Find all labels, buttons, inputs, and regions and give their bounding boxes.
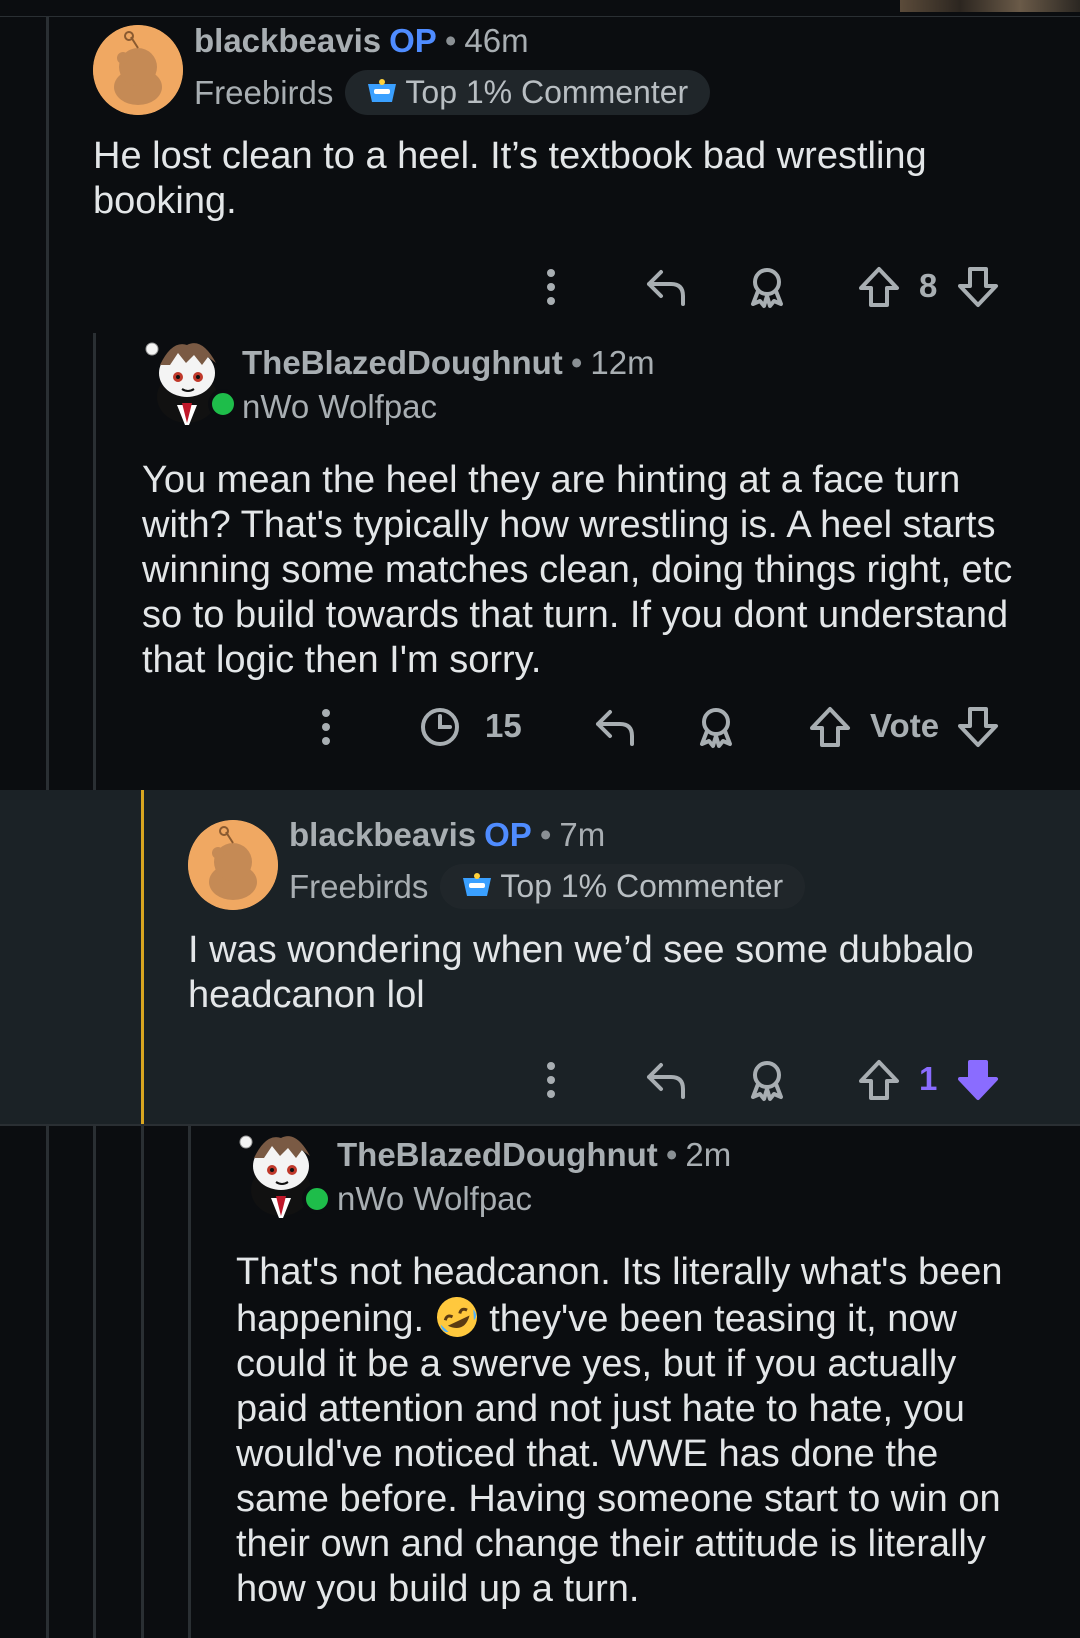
upvote-icon[interactable] [856, 264, 902, 310]
user-avatar[interactable] [142, 335, 238, 425]
separator-dot: • [665, 1136, 678, 1173]
comment-3: blackbeavis OP • 7m Freebirds Top 1% Commen… [0, 790, 1080, 1124]
comment-body: He lost clean to a heel. It’s textbook b… [93, 135, 927, 222]
more-options-icon[interactable] [528, 1057, 574, 1103]
comment-2: TheBlazedDoughnut • 12m nWo Wolfpac You me… [0, 330, 1080, 790]
award-icon[interactable] [744, 1057, 790, 1103]
user-flair: nWo Wolfpac [242, 388, 438, 425]
achievement-badge[interactable]: Top 1% Commenter [345, 70, 711, 115]
username[interactable]: TheBlazedDoughnut [337, 1136, 658, 1173]
separator-dot: • [444, 22, 457, 59]
achievement-badge[interactable]: Top 1% Commenter [440, 864, 806, 909]
comment-body: I was wondering when we’d see some dubba… [188, 929, 974, 1016]
view-count: 15 [485, 707, 522, 744]
vote-count: 1 [919, 1060, 938, 1097]
badge-label: Top 1% Commenter [500, 868, 784, 904]
user-flair: Freebirds [289, 867, 429, 905]
flair-row: Freebirds Top 1% Commenter [194, 70, 711, 115]
timestamp: 2m [685, 1136, 732, 1173]
timestamp: 12m [590, 344, 655, 381]
username[interactable]: blackbeavis [194, 22, 381, 59]
user-avatar[interactable] [93, 25, 183, 115]
op-label: OP [484, 816, 532, 853]
body-text-part: they've been teasing it, now could it be… [236, 1298, 1001, 1610]
downvote-icon[interactable] [955, 704, 1001, 750]
comment-meta: blackbeavis OP • 46m [194, 22, 529, 60]
vote-count: 8 [919, 267, 938, 304]
comment-meta: blackbeavis OP • 7m [289, 816, 605, 854]
badge-label: Top 1% Commenter [405, 74, 689, 110]
timestamp: 46m [464, 22, 529, 59]
downvote-icon[interactable] [955, 264, 1001, 310]
reply-icon[interactable] [592, 704, 638, 750]
comment-meta: TheBlazedDoughnut • 2m [337, 1136, 731, 1174]
separator-dot: • [570, 344, 583, 381]
reply-icon[interactable] [643, 264, 689, 310]
comment-4: TheBlazedDoughnut • 2m nWo Wolfpac That's … [0, 1126, 1080, 1638]
user-avatar[interactable] [188, 820, 278, 910]
user-flair: Freebirds [194, 73, 334, 111]
comment-actions: 8 [0, 257, 1080, 317]
timestamp: 7m [559, 816, 606, 853]
online-status-indicator [208, 389, 238, 419]
laughing-emoji-icon [436, 1297, 477, 1337]
user-avatar[interactable] [236, 1128, 332, 1218]
comment-meta: TheBlazedDoughnut • 12m [242, 344, 655, 382]
comment-body: You mean the heel they are hinting at a … [142, 459, 1013, 681]
views-clock-icon[interactable] [417, 704, 463, 750]
snoo-avatar-icon [188, 820, 278, 910]
op-label: OP [389, 22, 437, 59]
upvote-icon[interactable] [807, 704, 853, 750]
downvote-icon[interactable] [955, 1057, 1001, 1103]
comment-actions: 15 Vote [0, 697, 1080, 757]
online-status-indicator [302, 1184, 332, 1214]
award-icon[interactable] [693, 704, 739, 750]
more-options-icon[interactable] [303, 704, 349, 750]
commenter-badge-icon [368, 78, 397, 102]
award-icon[interactable] [744, 264, 790, 310]
vote-label: Vote [870, 707, 940, 744]
snoo-avatar-icon [93, 25, 183, 115]
separator-dot: • [539, 816, 552, 853]
reply-icon[interactable] [643, 1057, 689, 1103]
comment-body: That's not headcanon. Its literally what… [236, 1250, 1036, 1612]
more-options-icon[interactable] [528, 264, 574, 310]
flair-row: Freebirds Top 1% Commenter [289, 864, 806, 909]
username[interactable]: TheBlazedDoughnut [242, 344, 563, 381]
comment-1: blackbeavis OP • 46m Freebirds Top 1% Comme… [0, 0, 1080, 330]
commenter-badge-icon [463, 872, 492, 896]
flair-row: nWo Wolfpac [242, 388, 437, 426]
username[interactable]: blackbeavis [289, 816, 476, 853]
upvote-icon[interactable] [856, 1057, 902, 1103]
flair-row: nWo Wolfpac [337, 1180, 532, 1218]
user-flair: nWo Wolfpac [337, 1180, 533, 1217]
comment-actions: 1 [0, 1050, 1080, 1110]
